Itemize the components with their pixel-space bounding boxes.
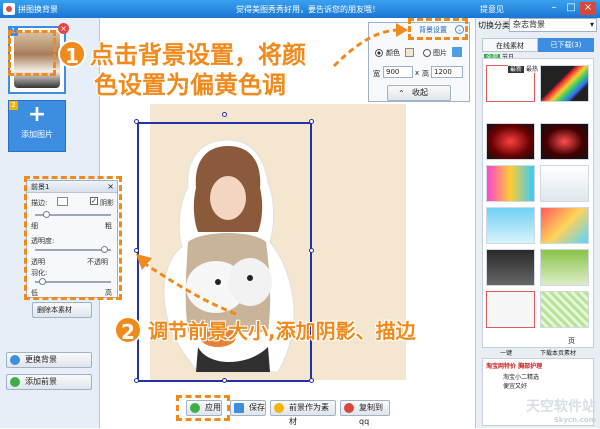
- tab-online[interactable]: 在线素材: [482, 38, 538, 52]
- feedback-link[interactable]: 提意见: [480, 4, 504, 15]
- width-label: 宽: [373, 70, 380, 78]
- material-thumbnail[interactable]: [540, 291, 589, 328]
- window-title: 拼图换背景: [18, 5, 58, 14]
- material-grid: [482, 58, 594, 348]
- share-message[interactable]: 觉得美图秀秀好用，要告诉您的朋友哦！: [236, 4, 380, 15]
- maximize-icon[interactable]: □: [563, 2, 579, 15]
- resize-handle[interactable]: [134, 119, 139, 124]
- add-icon: [10, 377, 20, 387]
- material-thumbnail[interactable]: [486, 207, 535, 244]
- delete-material-label: 删除本素材: [37, 306, 72, 314]
- image-picker-icon[interactable]: [452, 47, 462, 57]
- change-background-button[interactable]: 更换背景: [6, 352, 92, 368]
- image-radio[interactable]: [423, 49, 431, 57]
- ad-title: 淘宝网特价 胸部护理: [486, 363, 543, 370]
- add-foreground-button[interactable]: 添加前景: [6, 374, 92, 390]
- chevron-down-icon: ▾: [589, 20, 594, 29]
- highlight-box: [176, 395, 230, 421]
- collapse-button[interactable]: ⌃ 收起: [387, 85, 451, 101]
- qq-icon: [344, 403, 354, 413]
- collapse-icon: ⌃: [398, 89, 405, 98]
- material-thumbnail[interactable]: [540, 65, 589, 102]
- category-label: 切换分类: [478, 21, 510, 30]
- use-as-material-button[interactable]: 前景作为素材: [270, 400, 336, 426]
- highlight-box: [408, 18, 468, 40]
- copy-to-qq-label: 复制到qq: [359, 403, 383, 426]
- ad-line: 淘宝小二精选: [503, 374, 540, 381]
- material-thumbnail[interactable]: [486, 123, 535, 160]
- resize-handle[interactable]: [309, 378, 314, 383]
- rotate-handle[interactable]: [222, 112, 227, 117]
- minimize-icon[interactable]: –: [546, 2, 562, 15]
- material-thumbnail[interactable]: [540, 207, 589, 244]
- add-photo-label: 添加图片: [21, 130, 53, 139]
- step-1-text: 点击背景设置，将颜 色设置为偏黄色调: [90, 40, 306, 100]
- app-icon: [3, 3, 15, 15]
- step-2-text: 调节前景大小,添加阴影、描边: [148, 319, 416, 343]
- close-icon[interactable]: ×: [580, 2, 596, 15]
- watermark: 天空软件站 Skycn.com: [526, 396, 596, 424]
- tab-downloaded[interactable]: 已下载(3): [538, 38, 594, 52]
- arrow-icon: [332, 23, 408, 68]
- app-window: 拼图换背景 觉得美图秀秀好用，要告诉您的朋友哦！ 提意见 – □ × 1 × 2…: [0, 0, 600, 428]
- height-input[interactable]: 1200: [431, 66, 463, 78]
- resize-handle[interactable]: [309, 119, 314, 124]
- height-label: 高: [422, 70, 429, 78]
- image-icon: [10, 355, 20, 365]
- step-1-line-2: 色设置为偏黄色调: [94, 71, 286, 99]
- collapse-label: 收起: [412, 88, 428, 97]
- save-icon: [234, 403, 244, 413]
- times-label: x: [415, 69, 420, 77]
- change-background-label: 更换背景: [25, 355, 57, 364]
- highlight-box: [8, 30, 56, 76]
- step-1-line-1: 点击背景设置，将颜: [90, 41, 306, 69]
- download-page-link[interactable]: 下载本页素材: [540, 348, 576, 357]
- sort-hot[interactable]: 最热: [526, 66, 538, 73]
- material-panel: 切换分类 杂志背景 ▾ 在线素材 已下载(3) 全部 节日: [475, 18, 600, 428]
- add-photo-button[interactable]: 2 + 添加图片: [8, 100, 66, 152]
- title-bar: 拼图换背景 觉得美图秀秀好用，要告诉您的朋友哦！ 提意见 – □ ×: [0, 0, 600, 18]
- highlight-box: [24, 176, 122, 300]
- delete-material-button[interactable]: 删除本素材: [32, 302, 92, 318]
- material-icon: [274, 403, 284, 413]
- category-value: 杂志背景: [513, 20, 545, 29]
- material-thumbnail[interactable]: [486, 291, 535, 328]
- save-label: 保存: [249, 403, 265, 412]
- use-as-material-label: 前景作为素材: [289, 403, 329, 426]
- add-slot-number: 2: [9, 101, 18, 110]
- material-thumbnail[interactable]: [540, 123, 589, 160]
- resize-handle[interactable]: [309, 248, 314, 253]
- step-number-2: 2: [114, 316, 142, 344]
- material-thumbnail[interactable]: [540, 249, 589, 286]
- step-number-1: 1: [58, 40, 86, 68]
- material-thumbnail[interactable]: [486, 249, 535, 286]
- material-thumbnail[interactable]: [486, 165, 535, 202]
- one-click-label: 一键: [500, 350, 513, 357]
- material-thumbnail[interactable]: [540, 165, 589, 202]
- material-tabs: 在线素材 已下载(3): [482, 38, 594, 52]
- category-dropdown[interactable]: 杂志背景 ▾: [509, 18, 597, 32]
- page-label: 页: [568, 337, 575, 345]
- remove-thumbnail-icon[interactable]: ×: [58, 23, 69, 34]
- save-button[interactable]: 保存: [230, 400, 266, 416]
- watermark-site: Skycn.com: [553, 416, 596, 424]
- ad-line: 便宜又好: [503, 383, 528, 390]
- resize-handle[interactable]: [222, 378, 227, 383]
- image-option-label: 图片: [433, 49, 447, 57]
- watermark-text: 天空软件站: [526, 399, 596, 415]
- add-foreground-label: 添加前景: [25, 377, 57, 386]
- arrow-icon: [136, 254, 237, 316]
- copy-to-qq-button[interactable]: 复制到qq: [340, 400, 390, 426]
- sort-latest[interactable]: 最新: [508, 66, 525, 73]
- sort-row: 最新 最热: [508, 64, 538, 73]
- resize-handle[interactable]: [134, 378, 139, 383]
